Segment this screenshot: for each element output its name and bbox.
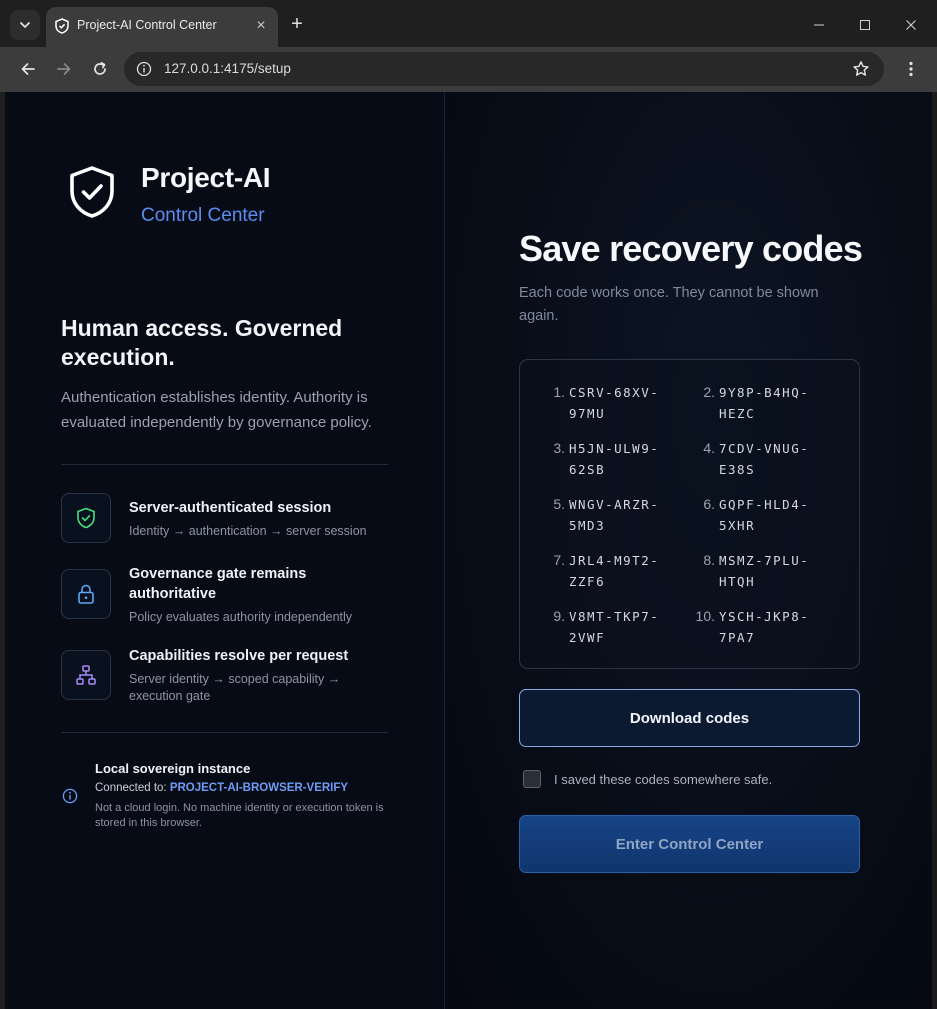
divider [61,732,388,733]
lock-icon [78,584,94,604]
feature-icon-box [61,569,111,619]
recovery-code: 9. V8MT-TKP7-2VWF [553,606,679,648]
browser-titlebar: Project-AI Control Center × + [0,0,937,47]
brand-shield-icon [70,166,114,218]
shield-check-icon [77,507,95,529]
close-window-button[interactable] [900,14,922,36]
code-value: JRL4-M9T2-ZZF6 [569,553,660,589]
forward-button[interactable] [52,57,76,81]
feature-title: Capabilities resolve per request [129,648,349,664]
code-value: MSMZ-7PLU-HTQH [719,553,810,589]
brand-name: Project-AI [141,162,271,193]
divider [61,464,388,465]
info-panel: Project-AI Control Center Human access. … [5,92,445,1009]
recovery-panel: Save recovery codes Each code works once… [445,92,932,1009]
info-icon [62,788,78,804]
recovery-codes-list: 1. CSRV-68XV-97MU 2. 9Y8P-B4HQ-HEZC 3. H5JN… [519,359,860,669]
reload-icon [94,61,106,75]
enter-control-center-button[interactable]: Enter Control Center [519,815,860,873]
instance-connection: Connected to: PROJECT-AI-BROWSER-VERIFY [95,782,348,794]
browser-menu-button[interactable] [900,57,922,81]
code-number: 2. [703,384,715,400]
site-info-icon[interactable] [136,61,152,77]
network-icon [76,665,96,685]
browser-toolbar: 127.0.0.1:4175/setup [0,47,937,92]
arrow-left-icon [21,63,35,75]
code-value: GQPF-HLD4-5XHR [719,497,810,533]
intro-description: Authentication establishes identity. Aut… [61,389,372,431]
code-value: 7CDV-VNUG-E38S [719,441,810,477]
tab-title: Project-AI Control Center [77,18,217,32]
recovery-subtitle: Each code works once. They cannot be sho… [519,285,819,324]
chevron-down-icon [20,22,30,28]
instance-title: Local sovereign instance [95,761,251,776]
feature-icon-box [61,650,111,700]
code-number: 5. [553,496,565,512]
tab-search-button[interactable] [10,10,40,40]
arrow-right-icon [57,63,71,75]
url-text: 127.0.0.1:4175/setup [164,61,291,76]
bookmark-star-icon[interactable] [852,60,870,78]
recovery-code: 5. WNGV-ARZR-5MD3 [553,494,679,536]
feature-title: Server-authenticated session [129,500,332,516]
brand-subtitle: Control Center [141,205,265,226]
new-tab-button[interactable]: + [286,14,308,36]
setup-page: Project-AI Control Center Human access. … [5,92,932,1009]
recovery-title: Save recovery codes [519,228,863,269]
recovery-code: 6. GQPF-HLD4-5XHR [703,494,829,536]
saved-codes-checkbox[interactable] [523,770,541,788]
code-number: 1. [553,384,565,400]
recovery-code: 2. 9Y8P-B4HQ-HEZC [703,382,829,424]
code-value: 9Y8P-B4HQ-HEZC [719,385,810,421]
intro-headline: Human access. Governed execution. [61,315,343,370]
address-bar[interactable]: 127.0.0.1:4175/setup [124,52,884,86]
feature-subtitle: Policy evaluates authority independently [129,610,353,624]
back-button[interactable] [16,57,40,81]
code-value: H5JN-ULW9-62SB [569,441,660,477]
code-number: 3. [553,440,565,456]
recovery-code: 1. CSRV-68XV-97MU [553,382,679,424]
recovery-code: 3. H5JN-ULW9-62SB [553,438,679,480]
instance-note: Not a cloud login. No machine identity o… [95,802,384,829]
code-number: 8. [703,552,715,568]
connected-label: Connected to: [95,782,167,794]
code-number: 4. [703,440,715,456]
browser-tab[interactable]: Project-AI Control Center × [46,7,278,47]
code-value: V8MT-TKP7-2VWF [569,609,660,645]
code-number: 6. [703,496,715,512]
code-value: YSCH-JKP8-7PA7 [719,609,810,645]
window-edge [932,92,937,1009]
feature-subtitle: Server identity → scoped capability → ex… [129,672,341,703]
code-number: 9. [553,608,565,624]
recovery-code: 10. YSCH-JKP8-7PA7 [696,606,829,648]
close-icon [906,20,916,30]
saved-codes-label[interactable]: I saved these codes somewhere safe. [554,772,772,787]
download-codes-button[interactable]: Download codes [519,689,860,747]
connected-value: PROJECT-AI-BROWSER-VERIFY [169,782,349,794]
feature-title: Governance gate remains authoritative [129,566,307,602]
maximize-button[interactable] [854,14,876,36]
more-vertical-icon [909,61,913,77]
recovery-code: 7. JRL4-M9T2-ZZF6 [553,550,679,592]
recovery-code: 4. 7CDV-VNUG-E38S [703,438,829,480]
tab-close-button[interactable]: × [252,17,270,35]
minimize-button[interactable] [808,14,830,36]
minimize-icon [814,24,824,26]
maximize-icon [860,20,870,30]
code-value: WNGV-ARZR-5MD3 [569,497,660,533]
code-number: 7. [553,552,565,568]
code-number: 10. [695,608,715,624]
reload-button[interactable] [88,57,112,81]
recovery-code: 8. MSMZ-7PLU-HTQH [703,550,829,592]
shield-favicon-icon [55,18,69,34]
code-value: CSRV-68XV-97MU [569,385,660,421]
feature-subtitle: Identity → authentication → server sessi… [129,524,367,538]
feature-icon-box [61,493,111,543]
